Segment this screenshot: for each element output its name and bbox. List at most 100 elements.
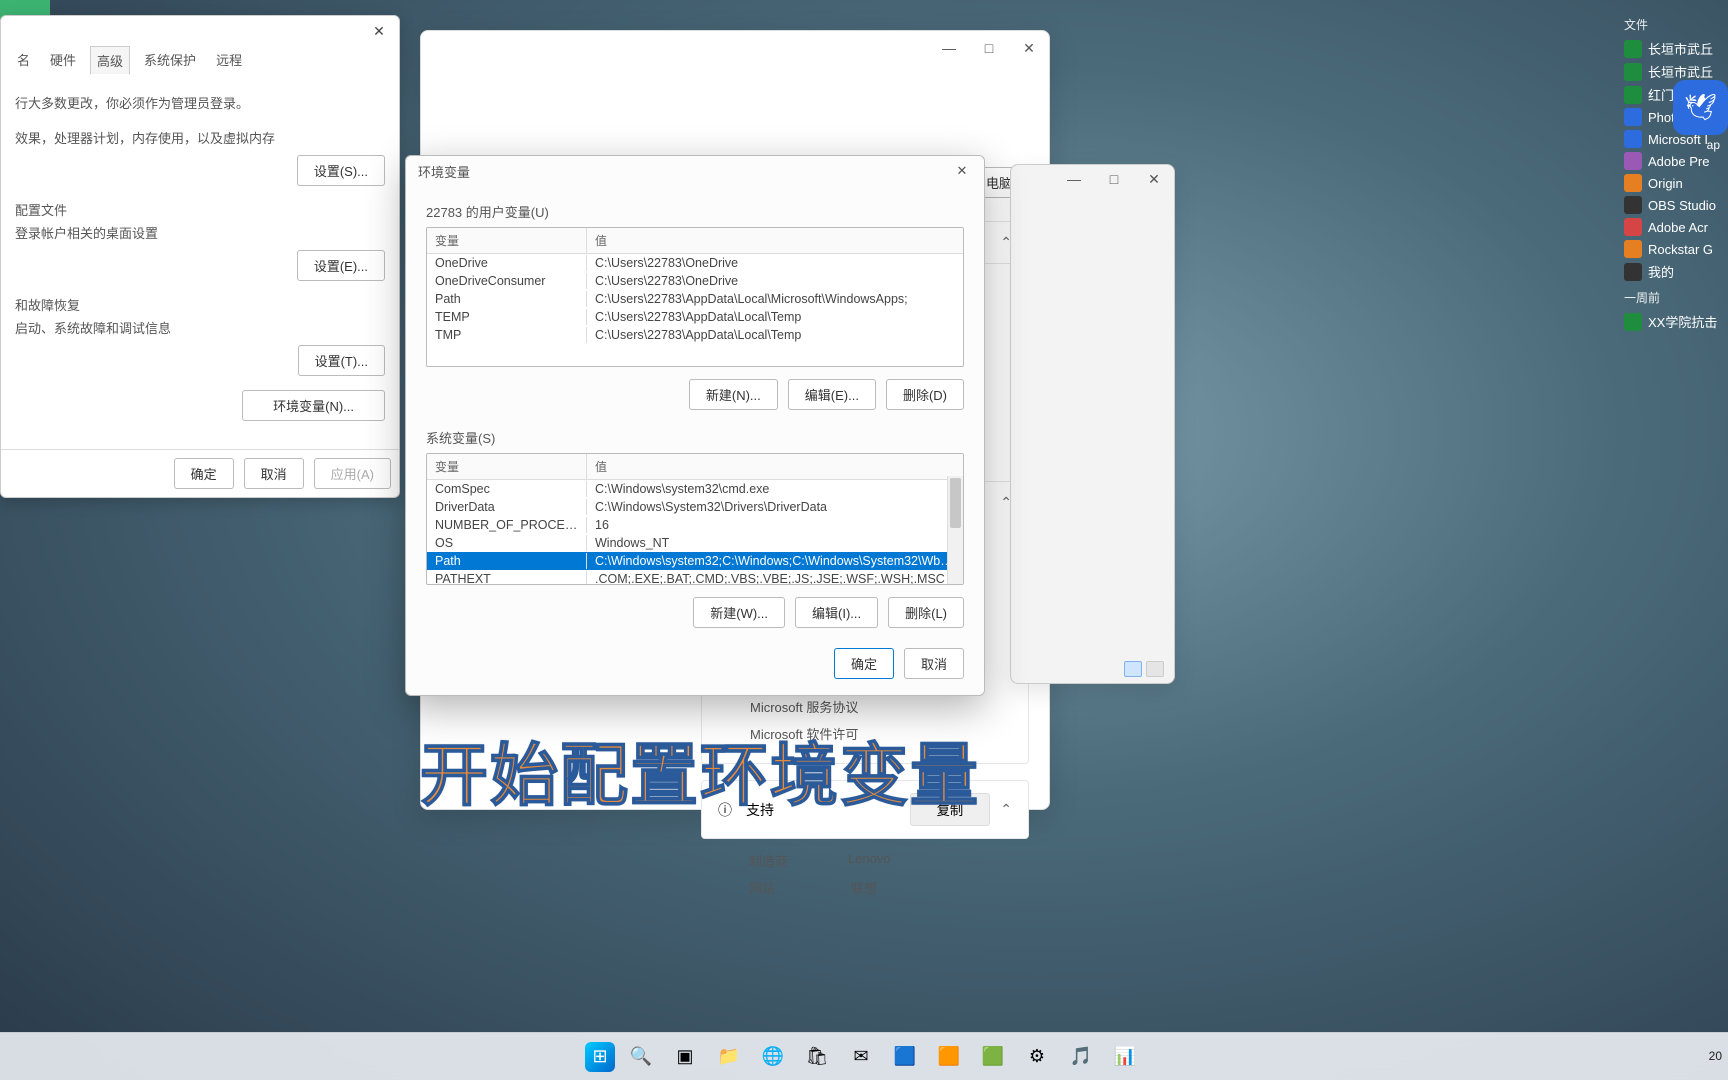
file-icon (1624, 174, 1642, 192)
sys-vars-table[interactable]: 变量 值 ComSpecC:\Windows\system32\cmd.exeD… (426, 453, 964, 585)
desktop-icons: 文件 长垣市武丘长垣市武丘红门PhotoshopMicrosoft IAdobe… (1618, 0, 1728, 343)
admin-note: 行大多数更改，你必须作为管理员登录。 (15, 93, 385, 112)
col-variable[interactable]: 变量 (427, 454, 587, 479)
dialog-title: 环境变量 (418, 162, 470, 181)
col-value[interactable]: 值 (587, 228, 963, 253)
profile-desc: 登录帐户相关的桌面设置 (15, 223, 385, 242)
spec-item: Microsoft 服务协议 (750, 693, 1028, 720)
app-icon[interactable]: 📊 (1107, 1039, 1143, 1075)
taskbar: ⊞ 🔍 ▣ 📁 🌐 🛍 ✉ 🟦 🟧 🟩 ⚙ 🎵 📊 20 (0, 1032, 1728, 1080)
profile-title: 配置文件 (15, 200, 385, 219)
chevron-down-icon[interactable]: ⌃ (1000, 801, 1012, 818)
maximize-button[interactable]: □ (1094, 165, 1134, 193)
minimize-button[interactable]: — (1054, 165, 1094, 193)
bird-app-label: ap (1707, 138, 1720, 152)
file-icon (1624, 130, 1642, 148)
search-icon[interactable]: 🔍 (623, 1039, 659, 1075)
tab-3[interactable]: 系统保护 (138, 46, 202, 75)
app-icon[interactable]: 🟦 (887, 1039, 923, 1075)
group-label: 文件 (1624, 16, 1722, 33)
maximize-button[interactable]: □ (969, 31, 1009, 65)
sys-vars-label: 系统变量(S) (426, 428, 964, 447)
scrollbar[interactable] (947, 476, 963, 584)
startup-title: 和故障恢复 (15, 295, 385, 314)
user-delete-button[interactable]: 删除(D) (886, 379, 964, 410)
env-vars-dialog: 环境变量 ✕ 22783 的用户变量(U) 变量 值 OneDriveC:\Us… (405, 155, 985, 696)
cancel-button[interactable]: 取消 (244, 458, 304, 489)
apply-button[interactable]: 应用(A) (314, 458, 391, 489)
desktop-item[interactable]: 长垣市武丘 (1624, 37, 1722, 60)
system-properties-dialog: ✕ 名硬件高级系统保护远程 行大多数更改，你必须作为管理员登录。 效果，处理器计… (0, 15, 400, 498)
edge-icon[interactable]: 🌐 (755, 1039, 791, 1075)
file-icon (1624, 86, 1642, 104)
desktop-item[interactable]: Adobe Pre (1624, 150, 1722, 172)
profile-settings-button[interactable]: 设置(E)... (297, 250, 385, 281)
group-label: 一周前 (1624, 289, 1722, 306)
minimize-button[interactable]: — (929, 31, 969, 65)
desktop-item[interactable]: Adobe Acr (1624, 216, 1722, 238)
view-grid-icon[interactable] (1146, 661, 1164, 677)
tab-1[interactable]: 硬件 (44, 46, 82, 75)
user-new-button[interactable]: 新建(N)... (689, 379, 778, 410)
file-icon (1624, 152, 1642, 170)
desktop-item[interactable]: 我的 (1624, 260, 1722, 283)
file-icon (1624, 108, 1642, 126)
table-row[interactable]: OneDriveC:\Users\22783\OneDrive (427, 254, 963, 272)
sys-delete-button[interactable]: 删除(L) (888, 597, 964, 628)
table-row[interactable]: DriverDataC:\Windows\System32\Drivers\Dr… (427, 498, 963, 516)
ok-button[interactable]: 确定 (834, 648, 894, 679)
table-row[interactable]: PathC:\Windows\system32;C:\Windows;C:\Wi… (427, 552, 963, 570)
file-icon (1624, 196, 1642, 214)
table-row[interactable]: TEMPC:\Users\22783\AppData\Local\Temp (427, 308, 963, 326)
cancel-button[interactable]: 取消 (904, 648, 964, 679)
user-edit-button[interactable]: 编辑(E)... (788, 379, 876, 410)
desktop-item[interactable]: Rockstar G (1624, 238, 1722, 260)
tab-4[interactable]: 远程 (210, 46, 248, 75)
desktop-item[interactable]: OBS Studio (1624, 194, 1722, 216)
table-row[interactable]: PathC:\Users\22783\AppData\Local\Microso… (427, 290, 963, 308)
perf-settings-button[interactable]: 设置(S)... (297, 155, 385, 186)
store-icon[interactable]: 🛍 (799, 1039, 835, 1075)
startup-settings-button[interactable]: 设置(T)... (298, 345, 385, 376)
col-value[interactable]: 值 (587, 454, 963, 479)
overlay-caption: 开始配置环境变量 (420, 720, 980, 819)
file-icon (1624, 218, 1642, 236)
table-row[interactable]: OSWindows_NT (427, 534, 963, 552)
view-details-icon[interactable] (1124, 661, 1142, 677)
file-icon (1624, 63, 1642, 81)
mail-icon[interactable]: ✉ (843, 1039, 879, 1075)
close-icon[interactable]: ✕ (359, 16, 399, 46)
start-icon[interactable]: ⊞ (585, 1042, 615, 1072)
taskbar-clock[interactable]: 20 (1709, 1032, 1722, 1080)
file-icon (1624, 40, 1642, 58)
perf-desc: 效果，处理器计划，内存使用，以及虚拟内存 (15, 128, 385, 147)
app-icon[interactable]: ⚙ (1019, 1039, 1055, 1075)
close-button[interactable]: ✕ (1009, 31, 1049, 65)
env-vars-button[interactable]: 环境变量(N)... (242, 390, 385, 421)
tab-0[interactable]: 名 (11, 46, 36, 75)
file-icon (1624, 263, 1642, 281)
taskview-icon[interactable]: ▣ (667, 1039, 703, 1075)
startup-desc: 启动、系统故障和调试信息 (15, 318, 385, 337)
desktop-item[interactable]: XX学院抗击 (1624, 310, 1722, 333)
user-vars-table[interactable]: 变量 值 OneDriveC:\Users\22783\OneDriveOneD… (426, 227, 964, 367)
bird-app-icon[interactable]: 🕊 (1673, 80, 1728, 135)
table-row[interactable]: ComSpecC:\Windows\system32\cmd.exe (427, 480, 963, 498)
tab-2[interactable]: 高级 (90, 46, 130, 75)
app-icon[interactable]: 🟩 (975, 1039, 1011, 1075)
scrollbar-thumb[interactable] (950, 478, 961, 528)
table-row[interactable]: TMPC:\Users\22783\AppData\Local\Temp (427, 326, 963, 344)
sys-new-button[interactable]: 新建(W)... (693, 597, 785, 628)
table-row[interactable]: PATHEXT.COM;.EXE;.BAT;.CMD;.VBS;.VBE;.JS… (427, 570, 963, 585)
col-variable[interactable]: 变量 (427, 228, 587, 253)
explorer-icon[interactable]: 📁 (711, 1039, 747, 1075)
table-row[interactable]: OneDriveConsumerC:\Users\22783\OneDrive (427, 272, 963, 290)
close-icon[interactable]: ✕ (948, 163, 976, 179)
ok-button[interactable]: 确定 (174, 458, 234, 489)
desktop-item[interactable]: Origin (1624, 172, 1722, 194)
table-row[interactable]: NUMBER_OF_PROCESSORS16 (427, 516, 963, 534)
app-icon[interactable]: 🎵 (1063, 1039, 1099, 1075)
app-icon[interactable]: 🟧 (931, 1039, 967, 1075)
close-button[interactable]: ✕ (1134, 165, 1174, 193)
sys-edit-button[interactable]: 编辑(I)... (795, 597, 878, 628)
